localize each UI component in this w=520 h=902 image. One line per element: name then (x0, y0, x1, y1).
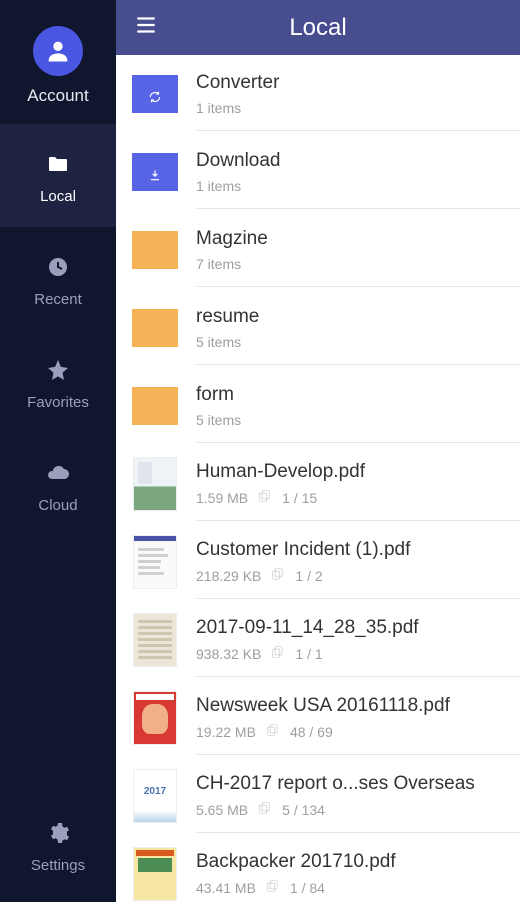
page-count: 1 / 2 (295, 568, 322, 584)
account-label: Account (27, 86, 88, 106)
item-count: 5 items (196, 412, 241, 428)
item-count: 1 items (196, 100, 241, 116)
file-name: form (196, 384, 510, 406)
pdf-thumbnail (133, 535, 177, 589)
sidebar-item-label: Recent (34, 291, 82, 308)
sidebar-item-label: Favorites (27, 394, 89, 411)
folder-row[interactable]: resume 5 items (116, 289, 520, 367)
file-name: Converter (196, 72, 510, 94)
pages-icon (271, 567, 285, 584)
file-row[interactable]: Human-Develop.pdf 1.59 MB 1 / 15 (116, 445, 520, 523)
folder-row[interactable]: Download 1 items (116, 133, 520, 211)
download-icon (148, 168, 162, 182)
folder-row[interactable]: Converter 1 items (116, 55, 520, 133)
pages-icon (266, 723, 280, 740)
folder-icon (132, 309, 178, 347)
file-list: Converter 1 items Download 1 items Magzine 7 … (116, 55, 520, 902)
file-size: 938.32 KB (196, 646, 261, 662)
item-count: 1 items (196, 178, 241, 194)
file-name: CH-2017 report o...ses Overseas (196, 773, 510, 795)
sidebar-item-cloud[interactable]: Cloud (0, 433, 116, 536)
file-size: 218.29 KB (196, 568, 261, 584)
file-name: Newsweek USA 20161118.pdf (196, 695, 510, 717)
pages-icon (266, 879, 280, 896)
page-count: 1 / 15 (282, 490, 317, 506)
sync-icon (148, 90, 162, 104)
sidebar-item-recent[interactable]: Recent (0, 227, 116, 330)
folder-row[interactable]: form 5 items (116, 367, 520, 445)
pages-icon (258, 801, 272, 818)
pdf-thumbnail (133, 613, 177, 667)
menu-button[interactable] (126, 8, 166, 48)
header: Local (116, 0, 520, 55)
folder-icon (132, 153, 178, 191)
file-row[interactable]: Newsweek USA 20161118.pdf 19.22 MB 48 / 69 (116, 679, 520, 757)
menu-icon (133, 12, 159, 43)
sidebar-item-favorites[interactable]: Favorites (0, 330, 116, 433)
file-name: Magzine (196, 228, 510, 250)
file-name: Human-Develop.pdf (196, 461, 510, 483)
item-count: 7 items (196, 256, 241, 272)
pages-icon (271, 645, 285, 662)
file-row[interactable]: Backpacker 201710.pdf 43.41 MB 1 / 84 (116, 835, 520, 902)
pdf-thumbnail (133, 691, 177, 745)
page-title: Local (166, 14, 470, 42)
file-size: 5.65 MB (196, 802, 248, 818)
page-count: 1 / 1 (295, 646, 322, 662)
file-row[interactable]: 2017 CH-2017 report o...ses Overseas 5.65 … (116, 757, 520, 835)
folder-row[interactable]: Magzine 7 items (116, 211, 520, 289)
sidebar-item-settings[interactable]: Settings (0, 793, 116, 902)
file-size: 43.41 MB (196, 880, 256, 896)
sidebar-item-label: Cloud (38, 497, 77, 514)
folder-icon (44, 150, 72, 178)
folder-icon (132, 75, 178, 113)
sidebar: Account Local Recent Favorites (0, 0, 116, 902)
pdf-thumbnail: 2017 (133, 769, 177, 823)
avatar-icon (33, 26, 83, 76)
gear-icon (44, 819, 72, 847)
folder-icon (132, 387, 178, 425)
file-size: 1.59 MB (196, 490, 248, 506)
file-row[interactable]: Customer Incident (1).pdf 218.29 KB 1 / 2 (116, 523, 520, 601)
sidebar-account[interactable]: Account (0, 0, 116, 124)
page-count: 5 / 134 (282, 802, 325, 818)
star-icon (44, 356, 72, 384)
folder-icon (132, 231, 178, 269)
pdf-thumbnail (133, 457, 177, 511)
page-count: 48 / 69 (290, 724, 333, 740)
file-name: Download (196, 150, 510, 172)
sidebar-item-label: Local (40, 188, 76, 205)
pages-icon (258, 489, 272, 506)
sidebar-item-label: Settings (31, 857, 85, 874)
file-name: Customer Incident (1).pdf (196, 539, 510, 561)
main: Local Converter 1 items Download 1 items Mag… (116, 0, 520, 902)
file-name: resume (196, 306, 510, 328)
file-name: Backpacker 201710.pdf (196, 851, 510, 873)
page-count: 1 / 84 (290, 880, 325, 896)
sidebar-nav: Local Recent Favorites Cloud (0, 124, 116, 536)
file-size: 19.22 MB (196, 724, 256, 740)
cloud-icon (44, 459, 72, 487)
file-row[interactable]: 2017-09-11_14_28_35.pdf 938.32 KB 1 / 1 (116, 601, 520, 679)
file-name: 2017-09-11_14_28_35.pdf (196, 617, 510, 639)
clock-icon (44, 253, 72, 281)
pdf-thumbnail (133, 847, 177, 901)
item-count: 5 items (196, 334, 241, 350)
sidebar-item-local[interactable]: Local (0, 124, 116, 227)
